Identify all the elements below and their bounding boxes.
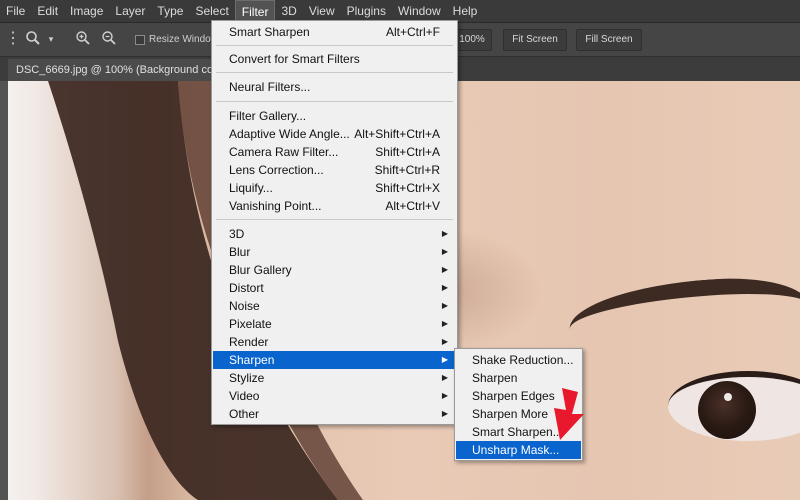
submenu-arrow-icon: ▶ (441, 373, 448, 382)
menu-bar: File Edit Image Layer Type Select Filter… (0, 0, 800, 22)
fill-screen-button[interactable]: Fill Screen (576, 29, 642, 51)
shortcut-label: Shift+Ctrl+R (374, 163, 440, 177)
zoom-100-button[interactable]: 100% (452, 29, 492, 51)
zoom-tool-icon[interactable] (24, 30, 42, 48)
photo-iris (698, 381, 756, 439)
fit-screen-button[interactable]: Fit Screen (503, 29, 567, 51)
menu-item-label: Lens Correction... (229, 163, 324, 177)
menu-item-sharpen[interactable]: Sharpen ▶ (213, 351, 456, 369)
menu-item-label: Stylize (229, 371, 265, 385)
menu-item-label: Camera Raw Filter... (229, 145, 339, 159)
menu-item-adaptive-wide-angle[interactable]: Adaptive Wide Angle... Alt+Shift+Ctrl+A (213, 125, 456, 143)
submenu-arrow-icon: ▶ (441, 319, 448, 328)
menu-item-render[interactable]: Render ▶ (213, 333, 456, 351)
menu-item-label: Video (229, 389, 260, 403)
annotation-arrow-icon (554, 388, 584, 440)
menu-item-lens-correction[interactable]: Lens Correction... Shift+Ctrl+R (213, 161, 456, 179)
move-handle-icon: ⋮ (5, 30, 21, 47)
submenu-arrow-icon: ▶ (441, 229, 448, 238)
shortcut-label: Shift+Ctrl+A (375, 145, 440, 159)
submenu-arrow-icon: ▶ (441, 247, 448, 256)
menu-item-vanishing-point[interactable]: Vanishing Point... Alt+Ctrl+V (213, 197, 456, 215)
menu-separator (216, 219, 453, 220)
shortcut-label: Alt+Ctrl+V (385, 199, 440, 213)
menu-item-noise[interactable]: Noise ▶ (213, 297, 456, 315)
menu-item-liquify[interactable]: Liquify... Shift+Ctrl+X (213, 179, 456, 197)
menu-type[interactable]: Type (151, 0, 189, 22)
menu-item-label: Pixelate (229, 317, 272, 331)
submenu-arrow-icon: ▶ (441, 337, 448, 346)
menu-item-other[interactable]: Other ▶ (213, 405, 456, 423)
menu-item-label: Sharpen (229, 353, 275, 367)
menu-help[interactable]: Help (447, 0, 484, 22)
submenu-arrow-icon: ▶ (441, 283, 448, 292)
menu-filter[interactable]: Filter (234, 0, 276, 22)
menu-window[interactable]: Window (392, 0, 447, 22)
shortcut-label: Alt+Ctrl+F (385, 25, 440, 39)
menu-item-smart-sharpen[interactable]: Smart Sharpen Alt+Ctrl+F (213, 23, 456, 41)
menu-select[interactable]: Select (189, 0, 234, 22)
menu-item-label: Smart Sharpen (229, 25, 310, 39)
menu-item-label: Adaptive Wide Angle... (229, 127, 350, 141)
menu-item-camera-raw[interactable]: Camera Raw Filter... Shift+Ctrl+A (213, 143, 456, 161)
submenu-arrow-icon: ▶ (441, 265, 448, 274)
photoshop-window: File Edit Image Layer Type Select Filter… (0, 0, 800, 500)
menu-3d[interactable]: 3D (275, 0, 302, 22)
filter-menu: Smart Sharpen Alt+Ctrl+F Convert for Smar… (211, 20, 458, 425)
submenu-arrow-icon: ▶ (441, 355, 448, 364)
menu-separator (216, 45, 453, 46)
menu-item-3d[interactable]: 3D ▶ (213, 225, 456, 243)
submenu-arrow-icon: ▶ (441, 391, 448, 400)
menu-item-label: Blur (229, 245, 251, 259)
shortcut-label: Alt+Shift+Ctrl+A (354, 127, 440, 141)
menu-item-label: Render (229, 335, 269, 349)
menu-item-blur-gallery[interactable]: Blur Gallery ▶ (213, 261, 456, 279)
menu-separator (216, 72, 453, 73)
menu-item-distort[interactable]: Distort ▶ (213, 279, 456, 297)
submenu-item-sharpen[interactable]: Sharpen (456, 369, 581, 387)
menu-item-convert-smart-filters[interactable]: Convert for Smart Filters (213, 50, 456, 68)
chevron-down-icon[interactable]: ▾ (42, 30, 60, 48)
menu-layer[interactable]: Layer (109, 0, 151, 22)
menu-item-neural-filters[interactable]: Neural Filters... (213, 78, 456, 96)
submenu-arrow-icon: ▶ (441, 409, 448, 418)
zoom-out-icon[interactable] (100, 30, 118, 48)
document-tab[interactable]: DSC_6669.jpg @ 100% (Background cop (8, 59, 213, 81)
menu-item-label: Other (229, 407, 260, 421)
photo-eye-highlight (724, 393, 732, 401)
menu-item-label: 3D (229, 227, 245, 241)
submenu-arrow-icon: ▶ (441, 301, 448, 310)
menu-item-video[interactable]: Video ▶ (213, 387, 456, 405)
submenu-item-shake-reduction[interactable]: Shake Reduction... (456, 351, 581, 369)
menu-item-label: Liquify... (229, 181, 273, 195)
menu-item-label: Filter Gallery... (229, 109, 307, 123)
menu-item-label: Noise (229, 299, 260, 313)
submenu-item-unsharp-mask[interactable]: Unsharp Mask... (456, 441, 581, 459)
menu-item-stylize[interactable]: Stylize ▶ (213, 369, 456, 387)
menu-item-label: Blur Gallery (229, 263, 292, 277)
zoom-in-icon[interactable] (74, 30, 92, 48)
menu-item-label: Vanishing Point... (229, 199, 322, 213)
menu-file[interactable]: File (0, 0, 31, 22)
menu-view[interactable]: View (303, 0, 341, 22)
menu-item-label: Convert for Smart Filters (229, 52, 360, 66)
menu-separator (216, 101, 453, 102)
menu-item-label: Distort (229, 281, 264, 295)
shortcut-label: Shift+Ctrl+X (375, 181, 440, 195)
resize-windows-checkbox[interactable] (135, 35, 145, 45)
menu-item-filter-gallery[interactable]: Filter Gallery... (213, 107, 456, 125)
menu-image[interactable]: Image (64, 0, 109, 22)
menu-item-blur[interactable]: Blur ▶ (213, 243, 456, 261)
menu-plugins[interactable]: Plugins (341, 0, 392, 22)
menu-item-pixelate[interactable]: Pixelate ▶ (213, 315, 456, 333)
menu-item-label: Neural Filters... (229, 80, 311, 94)
menu-edit[interactable]: Edit (31, 0, 64, 22)
